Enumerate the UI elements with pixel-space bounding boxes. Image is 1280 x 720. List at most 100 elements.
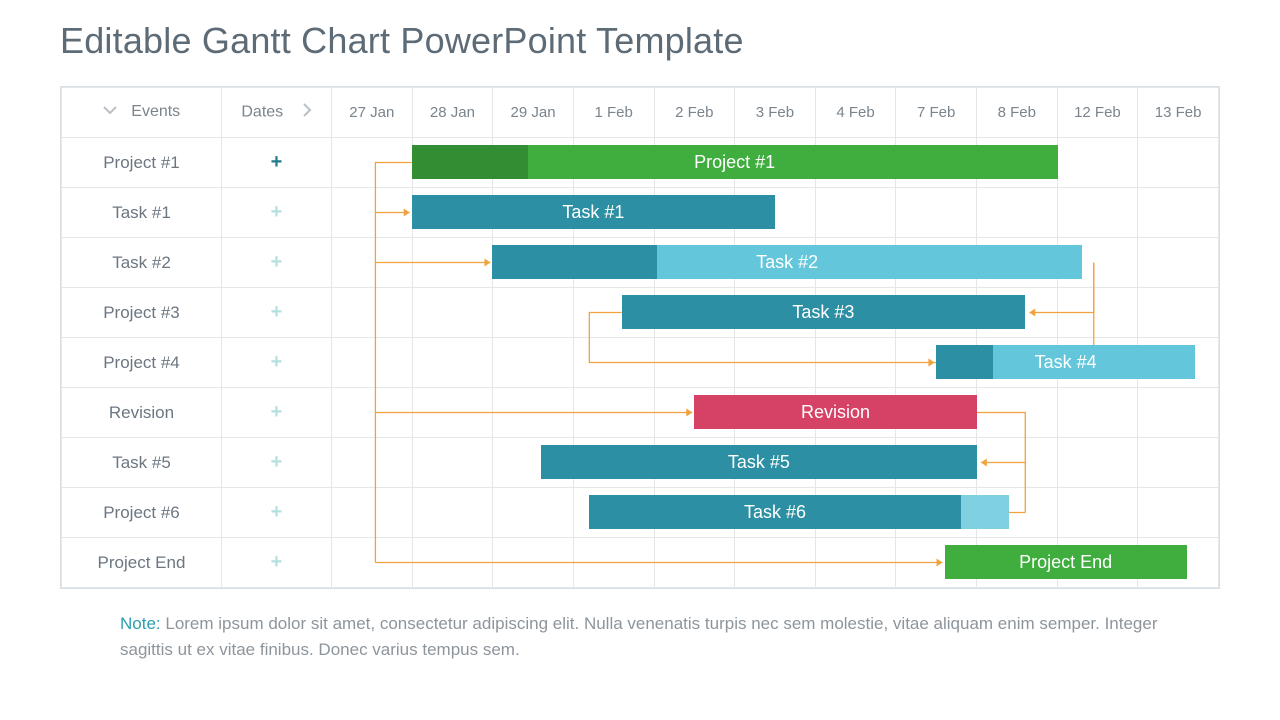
gantt-bar[interactable]: Task #2 — [492, 245, 1081, 279]
expand-cell[interactable]: + — [222, 238, 332, 288]
grid-cell — [896, 188, 977, 238]
row-label: Project End — [62, 538, 222, 588]
header-dates-label: Dates — [241, 104, 283, 121]
grid-cell — [1057, 138, 1138, 188]
date-header: 3 Feb — [735, 88, 816, 138]
row-label: Project #3 — [62, 288, 222, 338]
footnote: Note: Lorem ipsum dolor sit amet, consec… — [120, 611, 1210, 664]
plus-icon[interactable]: + — [271, 302, 283, 322]
gantt-bar[interactable]: Task #5 — [541, 445, 977, 479]
gantt-bar[interactable]: Revision — [694, 395, 977, 429]
gantt-bar[interactable]: Project End — [945, 545, 1187, 579]
grid-cell — [493, 288, 574, 338]
bar-label: Task #2 — [756, 252, 818, 273]
gantt-chart: Events Dates 27 Jan28 Jan29 Jan1 Feb2 Fe… — [60, 86, 1220, 589]
bar-label: Task #3 — [792, 302, 854, 323]
row-label: Project #6 — [62, 488, 222, 538]
grid-cell — [412, 288, 493, 338]
expand-cell[interactable]: + — [222, 488, 332, 538]
gantt-bar[interactable]: Task #3 — [622, 295, 1026, 329]
grid-cell — [573, 538, 654, 588]
grid-cell — [1057, 388, 1138, 438]
plus-icon[interactable]: + — [271, 252, 283, 272]
bar-label: Project #1 — [694, 152, 775, 173]
grid-cell — [493, 538, 574, 588]
page-title: Editable Gantt Chart PowerPoint Template — [60, 20, 1220, 62]
note-label: Note: — [120, 614, 161, 633]
gantt-bar[interactable]: Task #4 — [936, 345, 1194, 379]
grid-cell — [1057, 488, 1138, 538]
plus-icon[interactable]: + — [271, 452, 283, 472]
grid-cell — [1138, 438, 1219, 488]
gantt-row: Revision + — [62, 388, 1219, 438]
row-label: Project #1 — [62, 138, 222, 188]
grid-cell — [1057, 438, 1138, 488]
header-events[interactable]: Events — [62, 88, 222, 138]
grid-cell — [332, 238, 413, 288]
header-events-label: Events — [131, 104, 180, 121]
grid-cell — [735, 338, 816, 388]
bar-label: Project End — [1019, 552, 1112, 573]
gantt-bar[interactable]: Task #1 — [412, 195, 775, 229]
plus-icon[interactable]: + — [271, 552, 283, 572]
expand-cell[interactable]: + — [222, 338, 332, 388]
row-label: Project #4 — [62, 338, 222, 388]
grid-cell — [1138, 488, 1219, 538]
grid-cell — [412, 488, 493, 538]
plus-icon[interactable]: + — [271, 202, 283, 222]
grid-cell — [412, 338, 493, 388]
gantt-bar[interactable]: Task #6 — [589, 495, 960, 529]
grid-cell — [332, 288, 413, 338]
expand-cell[interactable]: + — [222, 288, 332, 338]
bar-label: Task #1 — [562, 202, 624, 223]
grid-cell — [493, 338, 574, 388]
date-header: 8 Feb — [977, 88, 1058, 138]
grid-cell — [1138, 138, 1219, 188]
grid-cell — [977, 438, 1058, 488]
expand-cell[interactable]: + — [222, 138, 332, 188]
grid-cell — [332, 438, 413, 488]
header-dates[interactable]: Dates — [222, 88, 332, 138]
plus-icon[interactable]: + — [271, 402, 283, 422]
expand-cell[interactable]: + — [222, 388, 332, 438]
grid-cell — [493, 488, 574, 538]
grid-cell — [654, 338, 735, 388]
grid-cell — [412, 538, 493, 588]
row-label: Task #2 — [62, 238, 222, 288]
grid-cell — [815, 338, 896, 388]
date-header: 29 Jan — [493, 88, 574, 138]
grid-cell — [735, 538, 816, 588]
bar-label: Revision — [801, 402, 870, 423]
date-header: 4 Feb — [815, 88, 896, 138]
date-header: 13 Feb — [1138, 88, 1219, 138]
chevron-right-icon[interactable] — [302, 103, 312, 122]
date-header: 27 Jan — [332, 88, 413, 138]
grid-cell — [573, 338, 654, 388]
grid-cell — [493, 388, 574, 438]
grid-cell — [1138, 188, 1219, 238]
date-header: 7 Feb — [896, 88, 977, 138]
grid-cell — [1057, 188, 1138, 238]
grid-cell — [332, 488, 413, 538]
plus-icon[interactable]: + — [271, 502, 283, 522]
gantt-bar[interactable]: Project #1 — [412, 145, 1058, 179]
grid-cell — [1138, 238, 1219, 288]
grid-cell — [412, 238, 493, 288]
date-header: 1 Feb — [573, 88, 654, 138]
expand-cell[interactable]: + — [222, 188, 332, 238]
date-header: 2 Feb — [654, 88, 735, 138]
grid-cell — [815, 188, 896, 238]
row-label: Task #1 — [62, 188, 222, 238]
grid-cell — [815, 538, 896, 588]
grid-cell — [977, 388, 1058, 438]
plus-icon[interactable]: + — [271, 352, 283, 372]
date-header: 12 Feb — [1057, 88, 1138, 138]
plus-icon[interactable]: + — [271, 152, 283, 172]
grid-cell — [332, 338, 413, 388]
grid-cell — [332, 538, 413, 588]
row-label: Revision — [62, 388, 222, 438]
grid-cell — [1138, 288, 1219, 338]
expand-cell[interactable]: + — [222, 538, 332, 588]
chevron-down-icon[interactable] — [103, 103, 117, 121]
expand-cell[interactable]: + — [222, 438, 332, 488]
